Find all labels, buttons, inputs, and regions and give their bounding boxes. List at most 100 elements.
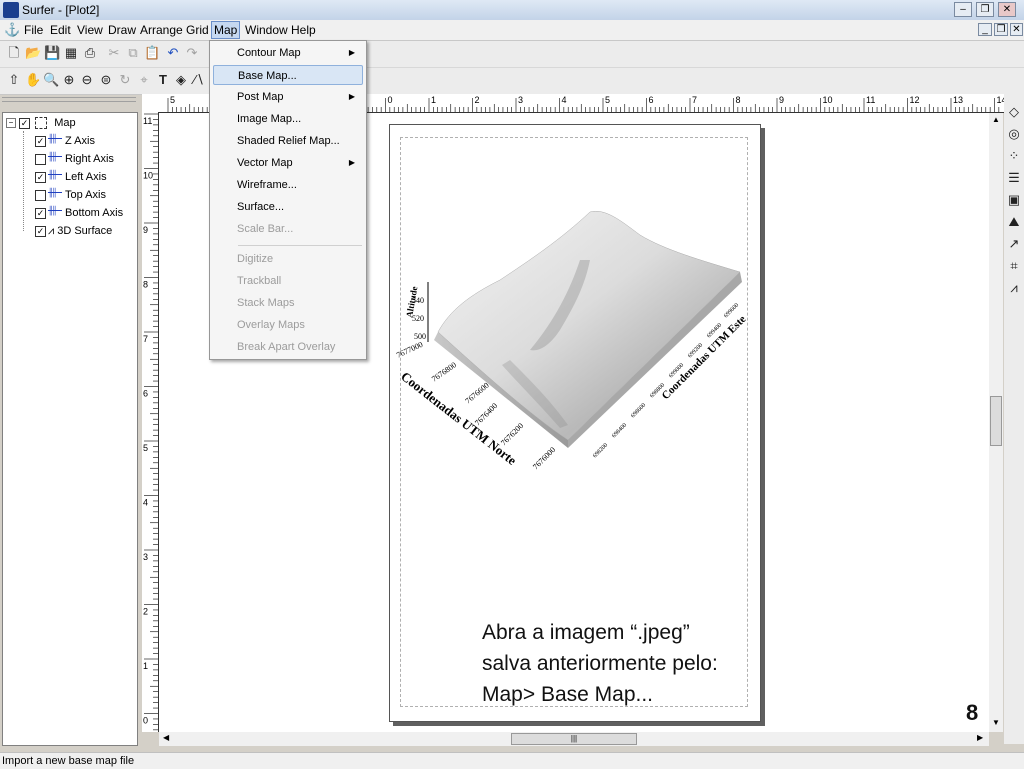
menu-view[interactable]: View [75, 22, 105, 38]
map-checkbox[interactable]: ✓ [19, 117, 31, 129]
menu-arrange[interactable]: Arrange [138, 22, 185, 38]
tree-splitter[interactable] [2, 97, 136, 98]
minimize-button[interactable]: – [954, 2, 972, 17]
top-axis-checkbox[interactable] [35, 189, 46, 201]
menu-item-contour-map[interactable]: Contour Map ▶ [213, 43, 363, 63]
menu-item-digitize[interactable]: Digitize [213, 249, 363, 269]
menu-map[interactable]: Map [211, 21, 241, 39]
tree-item-top-axis[interactable]: Top Axis [35, 185, 106, 203]
ruler-tick-label: 4 [143, 498, 148, 508]
polygon-tool-icon[interactable]: ◈ [173, 72, 189, 88]
menu-item-image-map[interactable]: Image Map... [213, 109, 363, 129]
menu-item-scale-bar[interactable]: Scale Bar... [213, 219, 363, 239]
close-button[interactable]: ✕ [998, 2, 1016, 17]
menu-item-stack-maps[interactable]: Stack Maps [213, 293, 363, 313]
copy-icon[interactable]: ⧉ [125, 45, 141, 61]
ruler-tick-label: 3 [518, 95, 523, 105]
east-tick-label: 698400 [611, 422, 628, 439]
pan-hand-icon[interactable]: ✋ [25, 72, 41, 88]
east-tick-label: 698200 [592, 442, 609, 459]
menu-window[interactable]: Window [243, 22, 290, 38]
document-control-icon[interactable]: ⚓ [4, 22, 20, 38]
tree-item-z-axis[interactable]: ✓ Z Axis [35, 131, 95, 149]
ruler-tick-label: 0 [388, 95, 393, 105]
zoom-in-icon[interactable]: ⊕ [61, 72, 77, 88]
menu-file[interactable]: File [22, 22, 45, 38]
collapse-icon[interactable]: − [6, 118, 16, 129]
menu-item-break-apart-overlay[interactable]: Break Apart Overlay [213, 337, 363, 357]
z-axis-checkbox[interactable]: ✓ [35, 135, 46, 147]
horizontal-scroll-thumb[interactable]: ||| [511, 733, 637, 745]
worksheet-icon[interactable]: ▦ [63, 45, 79, 61]
scroll-down-icon[interactable]: ▼ [992, 718, 1000, 727]
menu-edit[interactable]: Edit [48, 22, 73, 38]
ruler-tick-label: 13 [953, 95, 963, 105]
undo-icon[interactable]: ↶ [165, 45, 181, 61]
doc-minimize-button[interactable]: _ [978, 23, 992, 36]
tree-item-left-axis[interactable]: ✓ Left Axis [35, 167, 107, 185]
surface-icon[interactable]: ⩘ [1006, 280, 1022, 296]
trackball-icon[interactable]: ↻ [117, 72, 133, 88]
surface-checkbox[interactable]: ✓ [35, 225, 46, 237]
menu-item-post-map[interactable]: Post Map ▶ [213, 87, 363, 107]
scroll-right-icon[interactable]: ▶ [977, 733, 983, 742]
post-map-icon[interactable]: ⁘ [1006, 148, 1022, 164]
ruler-tick-label: 5 [143, 443, 148, 453]
select-arrow-icon[interactable]: ⇧ [6, 72, 22, 88]
save-icon[interactable]: 💾 [44, 45, 60, 61]
menu-item-trackball[interactable]: Trackball [213, 271, 363, 291]
zoom-rect-icon[interactable]: 🔍 [43, 72, 59, 88]
cut-icon[interactable]: ✂ [106, 45, 122, 61]
menu-grid[interactable]: Grid [184, 22, 211, 38]
menu-item-vector-map[interactable]: Vector Map ▶ [213, 153, 363, 173]
digitize-icon[interactable]: ⌖ [136, 72, 152, 88]
vertical-scroll-thumb[interactable] [990, 396, 1002, 446]
ruler-tick-label: 1 [431, 95, 436, 105]
tree-item-label: Right Axis [65, 153, 114, 165]
paste-icon[interactable]: 📋 [144, 45, 160, 61]
polyline-tool-icon[interactable]: ∕∖ [191, 72, 207, 88]
vector-map-icon[interactable]: ↗ [1006, 236, 1022, 252]
menu-item-label: Post Map [237, 91, 284, 103]
redo-icon[interactable]: ↷ [184, 45, 200, 61]
menu-item-overlay-maps[interactable]: Overlay Maps [213, 315, 363, 335]
tree-item-bottom-axis[interactable]: ✓ Bottom Axis [35, 203, 123, 221]
menu-item-base-map[interactable]: Base Map... [213, 65, 363, 85]
text-tool-icon[interactable]: T [155, 72, 171, 88]
menu-item-shaded-relief-map[interactable]: Shaded Relief Map... [213, 131, 363, 151]
classed-post-map-icon[interactable]: ☰ [1006, 170, 1022, 186]
surface-icon: ⩘ [48, 225, 55, 237]
surfer-app-icon[interactable] [3, 2, 19, 18]
surface-plot[interactable]: Altitude 540 520 500 7677000 7676800 767… [390, 200, 760, 490]
zoom-selected-icon[interactable]: ⊜ [98, 72, 114, 88]
restore-button[interactable]: ❐ [976, 2, 994, 17]
menu-item-label: Stack Maps [237, 297, 295, 309]
menu-item-wireframe[interactable]: Wireframe... [213, 175, 363, 195]
menu-help[interactable]: Help [289, 22, 318, 38]
zoom-out-icon[interactable]: ⊖ [79, 72, 95, 88]
menu-item-surface[interactable]: Surface... [213, 197, 363, 217]
left-axis-checkbox[interactable]: ✓ [35, 171, 46, 183]
doc-restore-button[interactable]: ❐ [994, 23, 1008, 36]
shaded-relief-icon[interactable]: ⛰ [1006, 214, 1022, 230]
right-axis-checkbox[interactable] [35, 153, 46, 165]
doc-close-button[interactable]: ✕ [1010, 23, 1023, 36]
new-icon[interactable]: 🗋 [6, 45, 22, 61]
ruler-tick-label: 5 [605, 95, 610, 105]
bottom-axis-checkbox[interactable]: ✓ [35, 207, 46, 219]
scroll-left-icon[interactable]: ◀ [163, 733, 169, 742]
tree-item-3d-surface[interactable]: ✓ ⩘ 3D Surface [35, 223, 112, 239]
print-icon[interactable]: ⎙ [82, 45, 98, 61]
tree-item-right-axis[interactable]: Right Axis [35, 149, 114, 167]
menu-draw[interactable]: Draw [106, 22, 138, 38]
standard-toolbar: 🗋 📂 💾 ▦ ⎙ ✂ ⧉ 📋 ↶ ↷ [0, 41, 1024, 68]
tree-item-map[interactable]: − ✓ Map [6, 115, 76, 131]
instruction-caption: Abra a imagem “.jpeg” salva anteriorment… [482, 617, 718, 710]
slide-number: 8 [966, 700, 979, 725]
contour-map-icon[interactable]: ◎ [1006, 126, 1022, 142]
base-map-icon[interactable]: ◇ [1006, 104, 1022, 120]
scroll-up-icon[interactable]: ▲ [992, 115, 1000, 124]
open-icon[interactable]: 📂 [25, 45, 41, 61]
image-map-icon[interactable]: ▣ [1006, 192, 1022, 208]
wireframe-icon[interactable]: ⌗ [1006, 258, 1022, 274]
